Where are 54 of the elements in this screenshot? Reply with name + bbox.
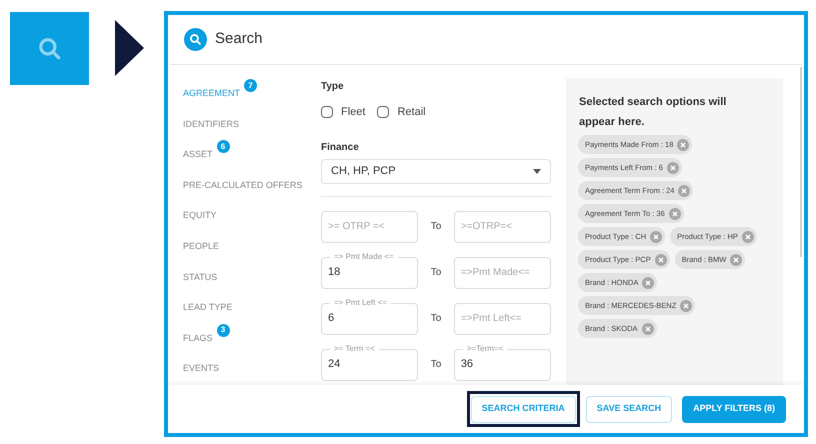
count-badge: 3	[216, 324, 230, 337]
sidebar-item[interactable]: EQUITY	[183, 201, 217, 223]
to-label: To	[430, 220, 442, 234]
checkbox-label: Fleet	[341, 105, 366, 120]
type-label: Type	[321, 80, 345, 94]
finance-select[interactable]: CH, HP, PCP	[321, 158, 551, 184]
remove-icon[interactable]	[730, 254, 742, 266]
count-badge: 7	[244, 79, 258, 92]
remove-icon[interactable]	[677, 138, 690, 150]
checkbox[interactable]	[377, 106, 390, 118]
sidebar-item[interactable]: STATUS	[183, 262, 218, 284]
remove-icon[interactable]	[668, 208, 681, 220]
remove-icon[interactable]	[654, 254, 667, 266]
search-tile[interactable]	[10, 12, 89, 85]
remove-icon[interactable]	[642, 322, 654, 334]
checkbox[interactable]	[321, 106, 333, 118]
remove-icon[interactable]	[742, 230, 754, 242]
search-icon	[184, 28, 207, 51]
finance-label: Finance	[321, 140, 360, 154]
sidebar-item[interactable]: PRE-CALCULATED OFFERS	[183, 170, 302, 192]
sidebar-item[interactable]: ASSET	[183, 140, 213, 162]
field-label: => Pmt Made <=	[330, 250, 398, 262]
remove-icon[interactable]	[680, 300, 692, 312]
to-label: To	[430, 358, 442, 372]
remove-icon[interactable]	[666, 162, 679, 174]
field-label: >=Term=<	[462, 342, 508, 354]
count-badge: 6	[216, 140, 230, 154]
sidebar-item[interactable]: PEOPLE	[183, 232, 220, 254]
to-label: To	[430, 266, 442, 280]
search-icon	[36, 36, 62, 62]
scrollbar[interactable]	[800, 67, 802, 257]
to-label: To	[430, 312, 442, 326]
sidebar-item[interactable]: EVENTS	[183, 354, 220, 376]
sidebar-item[interactable]: FLAGS	[183, 324, 213, 346]
field-label: >= Term =<	[330, 342, 379, 354]
sidebar-item[interactable]: AGREEMENT	[183, 79, 240, 100]
remove-icon[interactable]	[650, 230, 662, 242]
input-field[interactable]: >=OTRP=<	[454, 210, 551, 242]
input-field[interactable]: =>Pmt Left<=	[454, 302, 551, 334]
footer-button[interactable]: SAVE SEARCH	[586, 396, 672, 423]
field-label: => Pmt Left <=	[330, 296, 391, 308]
footer-button[interactable]: APPLY FILTERS (8)	[682, 396, 786, 423]
caret-icon	[533, 168, 541, 174]
sidebar-item[interactable]: IDENTIFIERS	[183, 110, 240, 132]
dialog-title: Search	[215, 29, 263, 50]
checkbox-label: Retail	[397, 105, 426, 120]
input-field[interactable]: =>Pmt Made<=	[454, 256, 551, 288]
input-field[interactable]: >= OTRP =<	[321, 210, 418, 242]
sidebar-item[interactable]: LEAD TYPE	[183, 293, 232, 315]
triangle-pointer-icon	[115, 20, 144, 76]
remove-icon[interactable]	[642, 276, 654, 288]
footer-button[interactable]: SEARCH CRITERIA	[470, 396, 576, 423]
panel-heading: Selected search options will appear here.	[579, 95, 728, 130]
remove-icon[interactable]	[678, 184, 690, 196]
